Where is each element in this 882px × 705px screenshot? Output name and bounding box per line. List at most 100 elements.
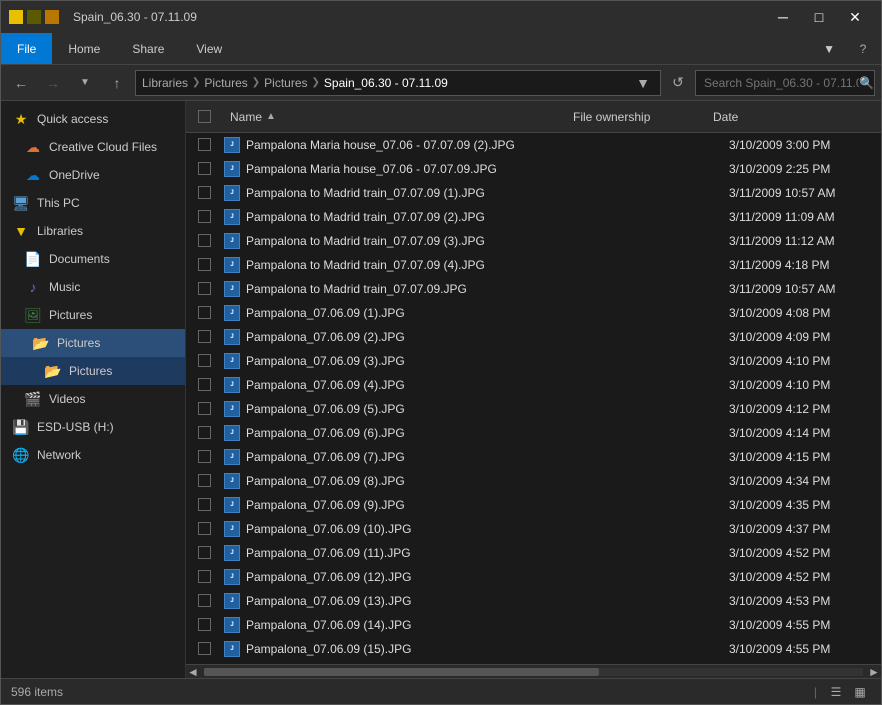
menu-home[interactable]: Home	[52, 33, 116, 64]
row-checkbox[interactable]	[186, 450, 222, 463]
table-row[interactable]: J Pampalona_07.06.09 (3).JPG 3/10/2009 4…	[186, 349, 881, 373]
table-row[interactable]: J Pampalona_07.06.09 (10).JPG 3/10/2009 …	[186, 517, 881, 541]
h-scroll-right[interactable]: ►	[867, 665, 881, 679]
search-box[interactable]: 🔍	[695, 70, 875, 96]
menu-share[interactable]: Share	[116, 33, 180, 64]
row-check[interactable]	[198, 234, 211, 247]
select-all-checkbox[interactable]	[198, 110, 211, 123]
row-check[interactable]	[198, 546, 211, 559]
horizontal-scrollbar[interactable]: ◄ ►	[186, 664, 881, 678]
row-check[interactable]	[198, 498, 211, 511]
address-dropdown[interactable]: ▼	[632, 72, 654, 94]
row-checkbox[interactable]	[186, 474, 222, 487]
row-check[interactable]	[198, 402, 211, 415]
table-row[interactable]: J Pampalona_07.06.09 (12).JPG 3/10/2009 …	[186, 565, 881, 589]
table-row[interactable]: J Pampalona_07.06.09 (5).JPG 3/10/2009 4…	[186, 397, 881, 421]
sidebar-item-network[interactable]: 🌐 Network	[1, 441, 185, 469]
sidebar-item-pictures-sub[interactable]: 📂 Pictures	[1, 329, 185, 357]
h-scroll-left[interactable]: ◄	[186, 665, 200, 679]
sidebar-item-quick-access[interactable]: ★ Quick access	[1, 105, 185, 133]
row-checkbox[interactable]	[186, 618, 222, 631]
row-check[interactable]	[198, 330, 211, 343]
up-button[interactable]: ↑	[103, 69, 131, 97]
header-checkbox[interactable]	[186, 110, 222, 123]
table-row[interactable]: J Pampalona_07.06.09 (6).JPG 3/10/2009 4…	[186, 421, 881, 445]
table-row[interactable]: J Pampalona_07.06.09 (8).JPG 3/10/2009 4…	[186, 469, 881, 493]
row-checkbox[interactable]	[186, 378, 222, 391]
row-checkbox[interactable]	[186, 258, 222, 271]
row-checkbox[interactable]	[186, 210, 222, 223]
sidebar-item-this-pc[interactable]: 🖥 This PC	[1, 189, 185, 217]
col-header-date[interactable]: Date	[705, 110, 865, 124]
row-check[interactable]	[198, 162, 211, 175]
row-check[interactable]	[198, 306, 211, 319]
search-input[interactable]	[704, 76, 859, 90]
sidebar-item-documents[interactable]: 📄 Documents	[1, 245, 185, 273]
menu-view[interactable]: View	[180, 33, 238, 64]
breadcrumb-pictures-1[interactable]: Pictures	[204, 76, 247, 90]
row-checkbox[interactable]	[186, 498, 222, 511]
row-check[interactable]	[198, 282, 211, 295]
row-checkbox[interactable]	[186, 402, 222, 415]
maximize-button[interactable]: □	[801, 1, 837, 33]
row-checkbox[interactable]	[186, 594, 222, 607]
menu-file[interactable]: File	[1, 33, 52, 64]
table-row[interactable]: J Pampalona to Madrid train_07.07.09 (4)…	[186, 253, 881, 277]
breadcrumb-folder[interactable]: Spain_06.30 - 07.11.09	[324, 76, 448, 90]
large-icons-button[interactable]: ▦	[849, 682, 871, 702]
forward-button[interactable]: →	[39, 69, 67, 97]
row-checkbox[interactable]	[186, 282, 222, 295]
sidebar-item-videos[interactable]: 🎬 Videos	[1, 385, 185, 413]
table-row[interactable]: J Pampalona_07.06.09 (9).JPG 3/10/2009 4…	[186, 493, 881, 517]
table-row[interactable]: J Pampalona to Madrid train_07.07.09 (1)…	[186, 181, 881, 205]
table-row[interactable]: J Pampalona_07.06.09 (11).JPG 3/10/2009 …	[186, 541, 881, 565]
details-view-button[interactable]: ☰	[825, 682, 847, 702]
row-check[interactable]	[198, 594, 211, 607]
file-list[interactable]: J Pampalona Maria house_07.06 - 07.07.09…	[186, 133, 881, 664]
table-row[interactable]: J Pampalona_07.06.09 (13).JPG 3/10/2009 …	[186, 589, 881, 613]
sidebar-item-libraries[interactable]: ▼ Libraries	[1, 217, 185, 245]
table-row[interactable]: J Pampalona_07.06.09 (14).JPG 3/10/2009 …	[186, 613, 881, 637]
h-scroll-track[interactable]	[204, 668, 863, 676]
table-row[interactable]: J Pampalona_07.06.09 (15).JPG 3/10/2009 …	[186, 637, 881, 661]
row-checkbox[interactable]	[186, 426, 222, 439]
minimize-button[interactable]: ─	[765, 1, 801, 33]
row-checkbox[interactable]	[186, 522, 222, 535]
col-header-ownership[interactable]: File ownership	[565, 110, 705, 124]
recent-button[interactable]: ▼	[71, 69, 99, 97]
row-check[interactable]	[198, 426, 211, 439]
row-checkbox[interactable]	[186, 306, 222, 319]
col-header-name[interactable]: Name ▲	[222, 110, 565, 124]
row-checkbox[interactable]	[186, 186, 222, 199]
close-button[interactable]: ✕	[837, 1, 873, 33]
sidebar-item-music[interactable]: ♪ Music	[1, 273, 185, 301]
breadcrumb-pictures-2[interactable]: Pictures	[264, 76, 307, 90]
row-check[interactable]	[198, 210, 211, 223]
help-button[interactable]: ?	[845, 33, 881, 64]
row-checkbox[interactable]	[186, 570, 222, 583]
row-checkbox[interactable]	[186, 162, 222, 175]
row-check[interactable]	[198, 138, 211, 151]
sidebar-item-pictures[interactable]: 🖼 Pictures	[1, 301, 185, 329]
back-button[interactable]: ←	[7, 69, 35, 97]
table-row[interactable]: J Pampalona Maria house_07.06 - 07.07.09…	[186, 133, 881, 157]
row-checkbox[interactable]	[186, 354, 222, 367]
row-check[interactable]	[198, 258, 211, 271]
row-check[interactable]	[198, 474, 211, 487]
row-check[interactable]	[198, 522, 211, 535]
table-row[interactable]: J Pampalona to Madrid train_07.07.09 (2)…	[186, 205, 881, 229]
table-row[interactable]: J Pampalona to Madrid train_07.07.09.JPG…	[186, 277, 881, 301]
table-row[interactable]: J Pampalona_07.06.09 (4).JPG 3/10/2009 4…	[186, 373, 881, 397]
row-checkbox[interactable]	[186, 234, 222, 247]
sidebar-item-onedrive[interactable]: ☁ OneDrive	[1, 161, 185, 189]
h-scroll-thumb[interactable]	[204, 668, 599, 676]
table-row[interactable]: J Pampalona_07.06.09 (1).JPG 3/10/2009 4…	[186, 301, 881, 325]
row-check[interactable]	[198, 450, 211, 463]
row-checkbox[interactable]	[186, 546, 222, 559]
table-row[interactable]: J Pampalona_07.06.09 (7).JPG 3/10/2009 4…	[186, 445, 881, 469]
row-check[interactable]	[198, 354, 211, 367]
sidebar-item-pictures-active[interactable]: 📂 Pictures	[1, 357, 185, 385]
sidebar-item-esd-usb[interactable]: 💾 ESD-USB (H:)	[1, 413, 185, 441]
row-check[interactable]	[198, 186, 211, 199]
refresh-button[interactable]: ↺	[665, 70, 691, 96]
